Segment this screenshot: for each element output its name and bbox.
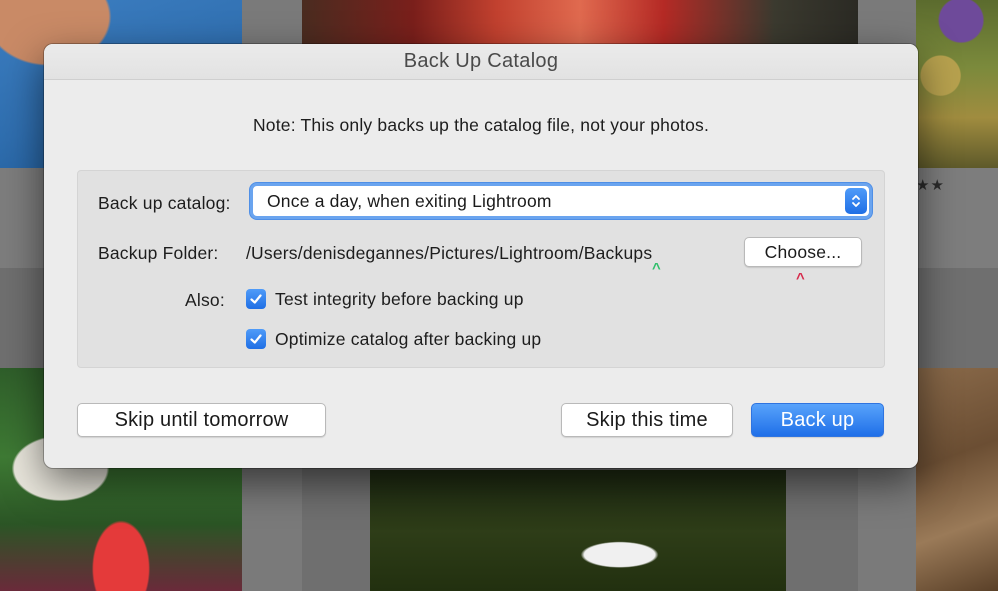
backup-catalog-label: Back up catalog:: [98, 193, 231, 213]
settings-panel: Back up catalog: Once a day, when exitin…: [77, 170, 885, 368]
backup-frequency-select[interactable]: Once a day, when exiting Lightroom: [250, 183, 872, 219]
thumbnail-photo[interactable]: [916, 0, 998, 168]
back-up-button[interactable]: Back up: [751, 403, 884, 437]
choose-folder-button[interactable]: Choose...: [744, 237, 862, 267]
annotation-caret-green: ^: [652, 260, 661, 277]
checkmark-icon: [250, 294, 262, 304]
thumbnail-photo[interactable]: [370, 470, 786, 591]
backup-folder-label: Backup Folder:: [98, 243, 219, 263]
chevron-updown-icon: [845, 188, 867, 214]
test-integrity-checkbox[interactable]: [246, 289, 266, 309]
skip-this-time-button[interactable]: Skip this time: [561, 403, 733, 437]
backup-frequency-value: Once a day, when exiting Lightroom: [267, 190, 552, 211]
optimize-catalog-checkbox[interactable]: [246, 329, 266, 349]
checkmark-icon: [250, 334, 262, 344]
backup-catalog-dialog: Back Up Catalog Note: This only backs up…: [44, 44, 918, 468]
annotation-caret-red: ^: [796, 270, 805, 287]
skip-until-tomorrow-button[interactable]: Skip until tomorrow: [77, 403, 326, 437]
rating-stars: ★★: [916, 177, 945, 194]
thumbnail-photo[interactable]: [916, 368, 998, 591]
optimize-catalog-label[interactable]: Optimize catalog after backing up: [275, 329, 541, 350]
test-integrity-label[interactable]: Test integrity before backing up: [275, 289, 524, 310]
backup-folder-path: /Users/denisdegannes/Pictures/Lightroom/…: [246, 243, 653, 263]
dialog-titlebar: Back Up Catalog: [44, 44, 918, 80]
dialog-title: Back Up Catalog: [403, 50, 559, 72]
also-label: Also:: [185, 290, 225, 310]
thumbnail-photo[interactable]: [302, 0, 858, 44]
dialog-note: Note: This only backs up the catalog fil…: [252, 115, 710, 135]
